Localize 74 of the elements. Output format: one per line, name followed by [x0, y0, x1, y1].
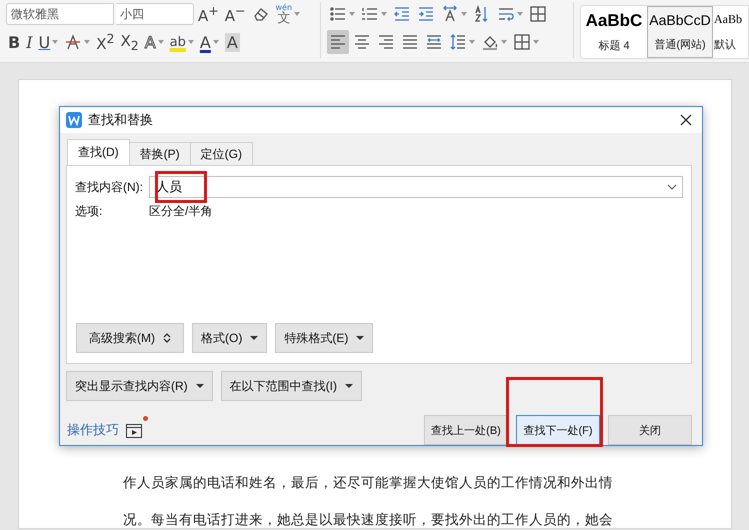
- character-shading-button[interactable]: A: [224, 32, 240, 52]
- double-chevron-icon: [163, 333, 171, 343]
- tab[interactable]: 定位(G): [190, 142, 253, 165]
- format-button[interactable]: A$^{−}$: [224, 3, 246, 25]
- app-logo-icon: [66, 112, 82, 128]
- format-button[interactable]: A$^{+}$: [198, 3, 219, 25]
- document-text: 况。每当有电话打进来，她总是以最快速度接听，要找外出的工作人员的，她会: [123, 511, 613, 529]
- justify-icon[interactable]: [401, 33, 419, 51]
- underline-button[interactable]: U: [38, 32, 50, 52]
- font-field[interactable]: 微软雅黑: [6, 3, 114, 25]
- bulleted-list-icon[interactable]: [329, 5, 347, 23]
- action-button[interactable]: 关闭: [608, 415, 692, 445]
- text-direction-icon[interactable]: [441, 5, 459, 23]
- dropdown-caret-icon[interactable]: [381, 12, 387, 16]
- caret-icon: [196, 383, 204, 389]
- line-spacing-icon[interactable]: [449, 33, 467, 51]
- dropdown-caret-icon[interactable]: [349, 12, 355, 16]
- dropdown-button[interactable]: 特殊格式(E): [275, 323, 374, 353]
- highlight-button[interactable]: ab: [170, 34, 186, 50]
- dropdown-caret-icon[interactable]: [158, 40, 164, 44]
- dropdown-caret-icon[interactable]: [461, 12, 467, 16]
- window-title: 查找和替换: [88, 111, 154, 129]
- dropdown-button[interactable]: 高级搜索(M): [76, 323, 184, 353]
- phonetic-guide-button[interactable]: wén 文: [276, 4, 292, 24]
- options-label: 选项:: [75, 202, 104, 220]
- style-name: 普通(网站): [654, 38, 706, 52]
- dropdown-caret-icon[interactable]: [501, 40, 507, 44]
- action-button[interactable]: 查找上一处(B): [424, 415, 508, 445]
- style-preview: AaBb: [714, 12, 742, 27]
- dropdown-caret-icon[interactable]: [517, 12, 523, 16]
- font-size-field[interactable]: 小四: [116, 3, 194, 25]
- dropdown-caret-icon[interactable]: [212, 40, 219, 44]
- field-label: 查找内容(N):: [75, 178, 144, 196]
- dropdown-button[interactable]: 在以下范围中查找(I): [220, 371, 362, 401]
- video-icon[interactable]: [125, 421, 143, 439]
- italic-button[interactable]: I: [26, 32, 33, 52]
- distribute-icon[interactable]: [425, 33, 443, 51]
- format-button[interactable]: X$_{2}$: [120, 32, 139, 52]
- caret-icon: [356, 335, 364, 341]
- style-preview: AaBbC: [586, 10, 642, 31]
- increase-indent-icon[interactable]: [417, 5, 435, 23]
- tips-link[interactable]: 操作技巧: [67, 421, 119, 439]
- options-value: 区分全/半角: [149, 202, 212, 220]
- strikethrough-icon[interactable]: [64, 33, 82, 51]
- chevron-down-icon[interactable]: [667, 184, 677, 190]
- decrease-indent-icon[interactable]: [393, 5, 411, 23]
- style-name: 标题 4: [598, 39, 630, 54]
- tab[interactable]: 查找(D): [67, 139, 130, 165]
- dropdown-caret-icon[interactable]: [188, 40, 194, 44]
- table-icon[interactable]: [529, 5, 547, 23]
- action-button[interactable]: 查找下一处(F): [516, 415, 600, 445]
- style-preview: AaBbCcD: [649, 12, 711, 28]
- close-icon[interactable]: [680, 114, 692, 126]
- dropdown-caret-icon[interactable]: [52, 40, 58, 44]
- align-center-icon[interactable]: [353, 33, 371, 51]
- align-right-icon[interactable]: [377, 33, 395, 51]
- font-color-button[interactable]: A: [200, 32, 211, 52]
- document-text: 作人员家属的电话和姓名，最后，还尽可能掌握大使馆人员的工作情况和外出情: [123, 474, 613, 492]
- dropdown-caret-icon[interactable]: [84, 40, 90, 44]
- align-left-icon[interactable]: [329, 33, 347, 51]
- dropdown-button[interactable]: 格式(O): [192, 323, 268, 353]
- bold-button[interactable]: B: [8, 32, 20, 52]
- style-name: 默认: [714, 38, 736, 52]
- dropdown-caret-icon[interactable]: [294, 12, 300, 16]
- borders-icon[interactable]: [513, 33, 531, 51]
- dropdown-caret-icon[interactable]: [533, 40, 539, 44]
- caret-icon: [250, 335, 258, 341]
- dropdown-button[interactable]: 突出显示查找内容(R): [66, 371, 213, 401]
- style-preset[interactable]: AaBbC 标题 4: [581, 6, 647, 58]
- style-preset[interactable]: AaBbCcD 普通(网站): [647, 6, 713, 58]
- dropdown-caret-icon[interactable]: [469, 40, 475, 44]
- format-button[interactable]: X$^{2}$: [96, 31, 114, 53]
- style-preset[interactable]: AaBb 默认: [713, 6, 748, 58]
- caret-icon: [345, 383, 353, 389]
